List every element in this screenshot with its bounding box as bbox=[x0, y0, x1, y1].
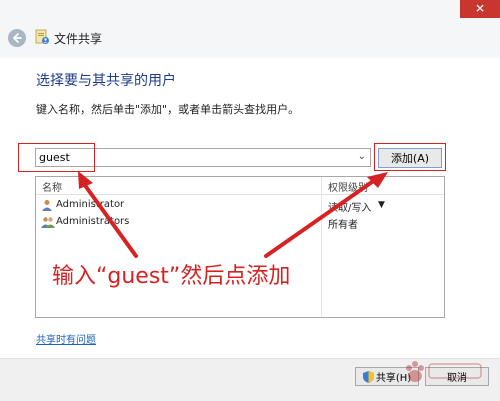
back-button[interactable] bbox=[8, 29, 26, 47]
window-title: 文件共享 bbox=[54, 32, 103, 46]
row-name: Administrator bbox=[56, 199, 125, 210]
page-heading: 选择要与其共享的用户 bbox=[36, 73, 176, 89]
chevron-down-icon[interactable]: ⌄ bbox=[358, 151, 366, 162]
table-row[interactable]: Administrator 读取/写入 ▼ bbox=[36, 197, 444, 214]
close-icon: ✕ bbox=[474, 1, 486, 16]
group-icon bbox=[41, 217, 55, 228]
header-permission[interactable]: 权限级别 bbox=[328, 179, 368, 194]
file-share-icon bbox=[35, 29, 49, 44]
watermark-logo bbox=[406, 361, 482, 382]
user-permission-list: 名称 权限级别 Administrator 读取/写入 ▼ Administra… bbox=[35, 176, 445, 318]
row-permission: 所有者 bbox=[328, 220, 358, 231]
row-permission[interactable]: 读取/写入 bbox=[328, 199, 371, 214]
back-arrow-icon bbox=[12, 33, 22, 43]
shield-icon bbox=[362, 370, 374, 383]
header-name[interactable]: 名称 bbox=[42, 179, 62, 194]
window-top-strip bbox=[0, 0, 500, 20]
user-icon bbox=[42, 200, 52, 211]
close-button[interactable]: ✕ bbox=[460, 0, 500, 18]
annotation-text: 输入“guest”然后点添加 bbox=[52, 264, 291, 289]
input-highlight-box bbox=[18, 143, 95, 172]
row-name: Administrators bbox=[56, 216, 130, 227]
add-highlight-box bbox=[374, 143, 446, 171]
permission-dropdown-icon[interactable]: ▼ bbox=[378, 200, 385, 210]
sharing-problem-link[interactable]: 共享时有问题 bbox=[36, 331, 96, 346]
table-row[interactable]: Administrators 所有者 bbox=[36, 214, 444, 231]
list-header: 名称 权限级别 bbox=[36, 177, 444, 195]
file-sharing-window: ✕ 文件共享 选择要与其共享的用户 键入名称，然后单击"添加"，或者单击箭头查找… bbox=[0, 0, 500, 401]
instruction-text: 键入名称，然后单击"添加"，或者单击箭头查找用户。 bbox=[36, 103, 300, 116]
